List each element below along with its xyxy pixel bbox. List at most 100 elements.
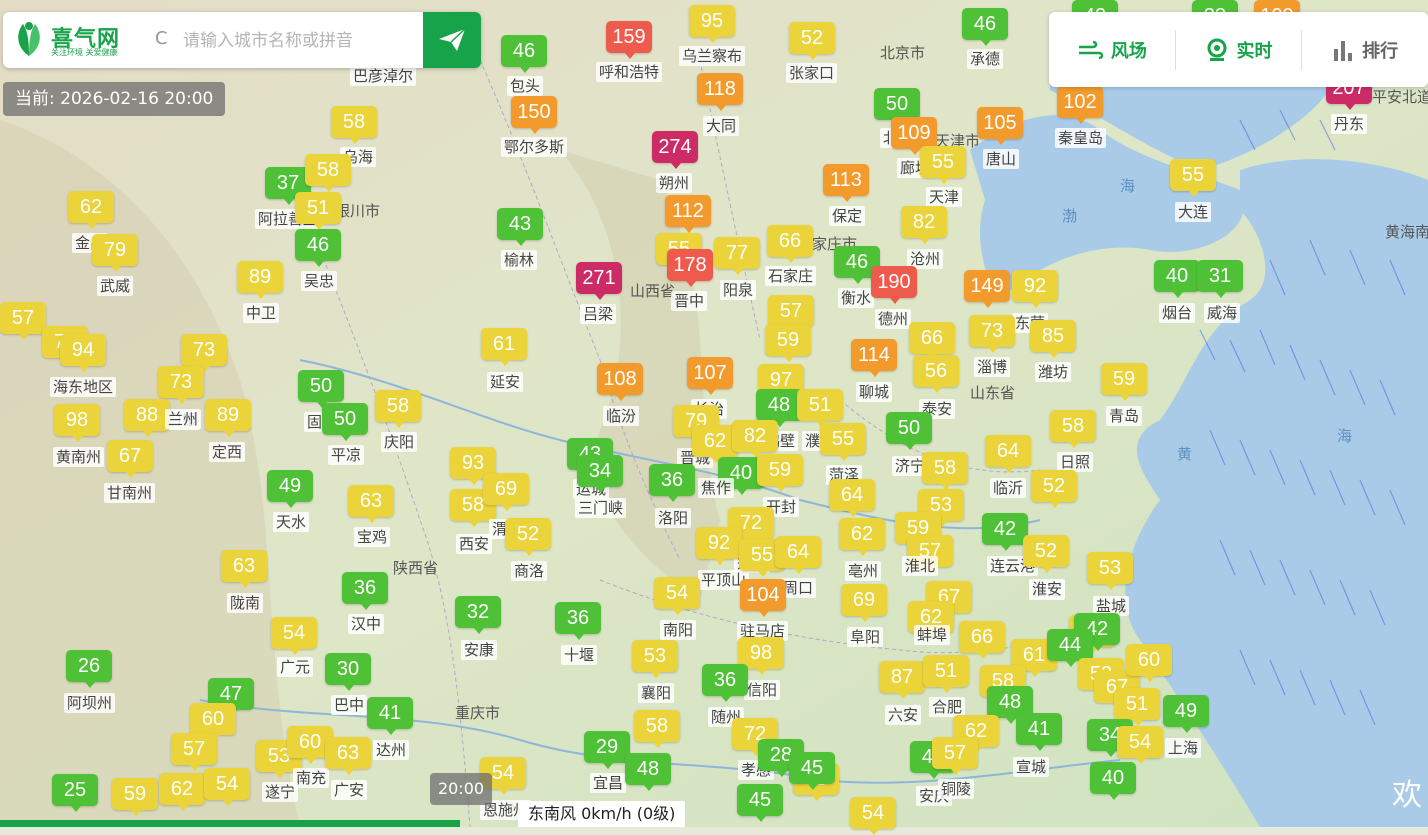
aqi-marker[interactable]: 36 xyxy=(649,464,695,502)
aqi-marker[interactable]: 51 xyxy=(923,655,969,693)
aqi-marker[interactable]: 58 xyxy=(305,154,351,192)
aqi-marker[interactable]: 63 xyxy=(221,550,267,588)
aqi-marker[interactable]: 61 xyxy=(481,328,527,366)
aqi-marker[interactable]: 55 xyxy=(1170,159,1216,197)
aqi-marker[interactable]: 107 xyxy=(687,357,733,395)
aqi-marker[interactable]: 104 xyxy=(740,579,786,617)
aqi-marker[interactable]: 57 xyxy=(171,733,217,771)
aqi-marker[interactable]: 69 xyxy=(483,473,529,511)
aqi-marker[interactable]: 58 xyxy=(331,106,377,144)
aqi-marker[interactable]: 64 xyxy=(775,536,821,574)
aqi-marker[interactable]: 36 xyxy=(702,664,748,702)
aqi-marker[interactable]: 95 xyxy=(689,5,735,43)
aqi-marker[interactable]: 113 xyxy=(823,164,869,202)
aqi-marker[interactable]: 30 xyxy=(325,653,371,691)
aqi-marker[interactable]: 41 xyxy=(1016,713,1062,751)
aqi-marker[interactable]: 45 xyxy=(737,784,783,822)
aqi-marker[interactable]: 69 xyxy=(841,584,887,622)
aqi-marker[interactable]: 149 xyxy=(964,270,1010,308)
menu-realtime[interactable]: 实时 xyxy=(1176,29,1303,70)
aqi-marker[interactable]: 118 xyxy=(697,73,743,111)
aqi-marker[interactable]: 34 xyxy=(577,455,623,493)
aqi-marker[interactable]: 58 xyxy=(634,710,680,748)
aqi-marker[interactable]: 54 xyxy=(850,797,896,835)
aqi-marker[interactable]: 108 xyxy=(597,363,643,401)
aqi-marker[interactable]: 52 xyxy=(1031,470,1077,508)
aqi-marker[interactable]: 52 xyxy=(505,518,551,556)
aqi-marker[interactable]: 77 xyxy=(714,237,760,275)
aqi-marker[interactable]: 54 xyxy=(654,577,700,615)
aqi-marker[interactable]: 46 xyxy=(962,8,1008,46)
aqi-marker[interactable]: 46 xyxy=(295,229,341,267)
aqi-marker[interactable]: 42 xyxy=(982,513,1028,551)
aqi-marker[interactable]: 87 xyxy=(879,661,925,699)
aqi-marker[interactable]: 89 xyxy=(205,399,251,437)
timeline-time-chip[interactable]: 20:00 xyxy=(430,773,492,805)
aqi-marker[interactable]: 57 xyxy=(0,302,46,340)
aqi-marker[interactable]: 85 xyxy=(1030,320,1076,358)
aqi-marker[interactable]: 48 xyxy=(625,753,671,791)
aqi-marker[interactable]: 64 xyxy=(985,435,1031,473)
aqi-marker[interactable]: 59 xyxy=(1101,363,1147,401)
aqi-marker[interactable]: 58 xyxy=(1050,410,1096,448)
aqi-marker[interactable]: 50 xyxy=(298,370,344,408)
aqi-marker[interactable]: 49 xyxy=(267,470,313,508)
aqi-marker[interactable]: 73 xyxy=(969,315,1015,353)
aqi-marker[interactable]: 66 xyxy=(909,322,955,360)
aqi-marker[interactable]: 59 xyxy=(112,778,158,816)
aqi-marker[interactable]: 92 xyxy=(696,527,742,565)
aqi-marker[interactable]: 50 xyxy=(874,88,920,126)
aqi-marker[interactable]: 73 xyxy=(158,366,204,404)
aqi-marker[interactable]: 52 xyxy=(1023,535,1069,573)
aqi-marker[interactable]: 31 xyxy=(1197,260,1243,298)
aqi-marker[interactable]: 112 xyxy=(665,195,711,233)
aqi-marker[interactable]: 53 xyxy=(632,640,678,678)
aqi-marker[interactable]: 51 xyxy=(1114,688,1160,726)
aqi-marker[interactable]: 82 xyxy=(732,420,778,458)
aqi-marker[interactable]: 40 xyxy=(1154,260,1200,298)
aqi-marker[interactable]: 59 xyxy=(757,454,803,492)
aqi-marker[interactable]: 89 xyxy=(237,261,283,299)
aqi-marker[interactable]: 150 xyxy=(511,96,557,134)
aqi-marker[interactable]: 41 xyxy=(367,697,413,735)
aqi-marker[interactable]: 36 xyxy=(555,602,601,640)
aqi-marker[interactable]: 63 xyxy=(348,485,394,523)
aqi-marker[interactable]: 59 xyxy=(765,324,811,362)
aqi-marker[interactable]: 58 xyxy=(922,452,968,490)
aqi-marker[interactable]: 64 xyxy=(829,479,875,517)
aqi-marker[interactable]: 114 xyxy=(851,339,897,377)
aqi-marker[interactable]: 58 xyxy=(375,390,421,428)
aqi-marker[interactable]: 52 xyxy=(789,22,835,60)
menu-wind-field[interactable]: 风场 xyxy=(1049,29,1176,70)
aqi-marker[interactable]: 94 xyxy=(60,334,106,372)
aqi-marker[interactable]: 92 xyxy=(1012,270,1058,308)
aqi-marker[interactable]: 109 xyxy=(891,117,937,155)
aqi-marker[interactable]: 67 xyxy=(107,440,153,478)
aqi-marker[interactable]: 44 xyxy=(1047,629,1093,667)
aqi-marker[interactable]: 56 xyxy=(913,355,959,393)
aqi-marker[interactable]: 40 xyxy=(1090,762,1136,800)
aqi-marker[interactable]: 48 xyxy=(756,389,802,427)
aqi-marker[interactable]: 32 xyxy=(455,596,501,634)
aqi-marker[interactable]: 54 xyxy=(271,617,317,655)
menu-ranking[interactable]: 排行 xyxy=(1302,30,1428,70)
aqi-marker[interactable]: 29 xyxy=(584,731,630,769)
aqi-marker[interactable]: 51 xyxy=(295,192,341,230)
aqi-marker[interactable]: 66 xyxy=(767,225,813,263)
aqi-marker[interactable]: 26 xyxy=(66,650,112,688)
aqi-marker[interactable]: 271 xyxy=(576,262,622,300)
aqi-marker[interactable]: 36 xyxy=(342,572,388,610)
aqi-marker[interactable]: 88 xyxy=(124,399,170,437)
search-submit-button[interactable] xyxy=(423,12,481,68)
aqi-marker[interactable]: 62 xyxy=(159,773,205,811)
aqi-marker[interactable]: 49 xyxy=(1163,695,1209,733)
aqi-marker[interactable]: 46 xyxy=(501,35,547,73)
aqi-marker[interactable]: 25 xyxy=(52,774,98,812)
aqi-marker[interactable]: 98 xyxy=(54,404,100,442)
aqi-marker[interactable]: 55 xyxy=(820,423,866,461)
aqi-marker[interactable]: 63 xyxy=(325,737,371,775)
aqi-marker[interactable]: 50 xyxy=(322,403,368,441)
site-logo[interactable]: 喜气网 关注环境 关爱健康 xyxy=(13,18,143,62)
aqi-marker[interactable]: 274 xyxy=(652,131,698,169)
aqi-marker[interactable]: 55 xyxy=(920,146,966,184)
